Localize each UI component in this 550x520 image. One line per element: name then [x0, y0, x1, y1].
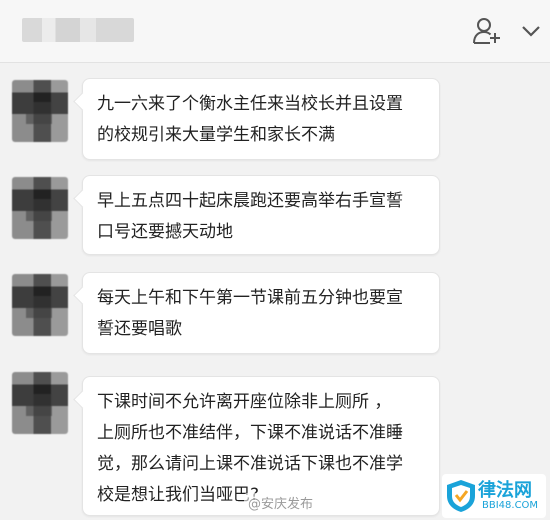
shield-icon [447, 480, 475, 512]
avatar[interactable] [12, 80, 68, 142]
message-text-line: 每天上午和下午第一节课前五分钟也要宣 [97, 288, 403, 308]
message-text-line: 誓还要唱歌 [97, 319, 182, 339]
message-text-line: 觉，那么请问上课不准说话下课也不准学 [97, 454, 403, 474]
message-text-line: 口号还要撼天动地 [97, 222, 233, 242]
add-user-icon[interactable] [472, 16, 502, 46]
avatar[interactable] [12, 177, 68, 239]
chat-header [0, 0, 550, 63]
message-text-line: 的校规引来大量学生和家长不满 [97, 125, 335, 145]
site-logo-watermark: 律法网 BBI48.COM [442, 474, 546, 518]
message-bubble[interactable]: 每天上午和下午第一节课前五分钟也要宣 誓还要唱歌 [82, 272, 440, 354]
chevron-down-icon[interactable] [518, 18, 544, 44]
message-text-line: 上厕所也不准结伴，下课不准说话不准睡 [97, 423, 403, 443]
logo-name: 律法网 [478, 480, 532, 501]
message-text-line: 下课时间不允许离开座位除非上厕所 ， [97, 392, 392, 412]
message-bubble[interactable]: 早上五点四十起床晨跑还要高举右手宣誓 口号还要撼天动地 [82, 175, 440, 255]
chat-title-blurred [22, 18, 134, 42]
avatar[interactable] [12, 372, 68, 434]
logo-domain: BBI48.COM [482, 500, 539, 511]
weibo-watermark: @安庆发布 [244, 493, 318, 512]
avatar[interactable] [12, 274, 68, 336]
message-bubble[interactable]: 九一六来了个衡水主任来当校长并且设置 的校规引来大量学生和家长不满 [82, 78, 440, 160]
message-text-line: 九一六来了个衡水主任来当校长并且设置 [97, 94, 403, 114]
message-text-line: 早上五点四十起床晨跑还要高举右手宣誓 [97, 191, 403, 211]
